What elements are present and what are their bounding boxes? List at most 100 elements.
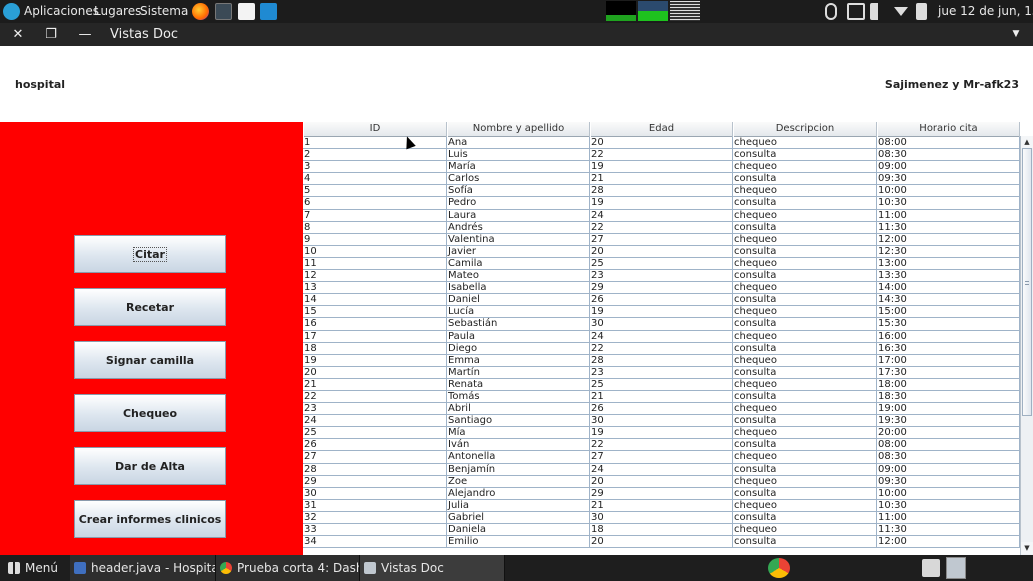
cell-time[interactable]: 08:00 bbox=[877, 137, 1020, 150]
cell-time[interactable]: 09:00 bbox=[877, 463, 1020, 476]
cell-name[interactable]: Carlos bbox=[447, 173, 590, 186]
citar-button[interactable]: Citar bbox=[74, 235, 226, 273]
table-row[interactable]: 14 Daniel 26 consulta 14:30 bbox=[303, 294, 1020, 307]
cell-description[interactable]: consulta bbox=[733, 463, 877, 476]
table-row[interactable]: 30 Alejandro 29 consulta 10:00 bbox=[303, 487, 1020, 500]
terminal-icon[interactable] bbox=[215, 3, 232, 20]
cell-age[interactable]: 27 bbox=[590, 451, 733, 464]
display-icon[interactable] bbox=[847, 3, 865, 20]
cell-id[interactable]: 6 bbox=[303, 197, 447, 210]
cell-name[interactable]: Laura bbox=[447, 209, 590, 222]
cell-description[interactable]: consulta bbox=[733, 245, 877, 258]
vscode-icon[interactable] bbox=[260, 3, 277, 20]
cell-id[interactable]: 10 bbox=[303, 245, 447, 258]
cell-time[interactable]: 14:30 bbox=[877, 294, 1020, 307]
cell-id[interactable]: 32 bbox=[303, 511, 447, 524]
cell-description[interactable]: chequeo bbox=[733, 209, 877, 222]
cell-time[interactable]: 08:00 bbox=[877, 439, 1020, 452]
table-row[interactable]: 27 Antonella 27 chequeo 08:30 bbox=[303, 451, 1020, 464]
table-row[interactable]: 34 Emilio 20 consulta 12:00 bbox=[303, 536, 1020, 549]
cell-age[interactable]: 24 bbox=[590, 209, 733, 222]
cell-description[interactable]: consulta bbox=[733, 294, 877, 307]
cell-age[interactable]: 27 bbox=[590, 233, 733, 246]
cell-time[interactable]: 10:00 bbox=[877, 185, 1020, 198]
table-row[interactable]: 16 Sebastián 30 consulta 15:30 bbox=[303, 318, 1020, 331]
cell-description[interactable]: consulta bbox=[733, 511, 877, 524]
table-row[interactable]: 20 Martín 23 consulta 17:30 bbox=[303, 366, 1020, 379]
cell-age[interactable]: 22 bbox=[590, 149, 733, 162]
cell-time[interactable]: 08:30 bbox=[877, 451, 1020, 464]
cell-age[interactable]: 20 bbox=[590, 137, 733, 150]
cell-name[interactable]: Daniel bbox=[447, 294, 590, 307]
cell-age[interactable]: 22 bbox=[590, 342, 733, 355]
volume-icon[interactable] bbox=[870, 3, 888, 20]
cell-age[interactable]: 20 bbox=[590, 475, 733, 488]
cell-name[interactable]: Daniela bbox=[447, 524, 590, 537]
table-row[interactable]: 18 Diego 22 consulta 16:30 bbox=[303, 342, 1020, 355]
table-row[interactable]: 28 Benjamín 24 consulta 09:00 bbox=[303, 463, 1020, 476]
cell-time[interactable]: 10:00 bbox=[877, 487, 1020, 500]
table-row[interactable]: 13 Isabella 29 chequeo 14:00 bbox=[303, 282, 1020, 295]
cell-time[interactable]: 11:00 bbox=[877, 209, 1020, 222]
cell-description[interactable]: chequeo bbox=[733, 451, 877, 464]
cell-id[interactable]: 12 bbox=[303, 270, 447, 283]
cell-description[interactable]: consulta bbox=[733, 439, 877, 452]
text-editor-icon[interactable] bbox=[238, 3, 255, 20]
cell-id[interactable]: 24 bbox=[303, 415, 447, 428]
cell-id[interactable]: 2 bbox=[303, 149, 447, 162]
cell-name[interactable]: Sofía bbox=[447, 185, 590, 198]
cell-time[interactable]: 19:00 bbox=[877, 403, 1020, 416]
scroll-up-icon[interactable]: ▲ bbox=[1021, 136, 1033, 148]
cell-age[interactable]: 28 bbox=[590, 354, 733, 367]
cell-time[interactable]: 09:00 bbox=[877, 161, 1020, 174]
table-row[interactable]: 17 Paula 24 chequeo 16:00 bbox=[303, 330, 1020, 343]
window-menu-chevron-icon[interactable]: ▼ bbox=[1007, 23, 1025, 46]
table-row[interactable]: 7 Laura 24 chequeo 11:00 bbox=[303, 209, 1020, 222]
cell-id[interactable]: 14 bbox=[303, 294, 447, 307]
cell-age[interactable]: 19 bbox=[590, 197, 733, 210]
cell-name[interactable]: Andrés bbox=[447, 221, 590, 234]
cell-age[interactable]: 23 bbox=[590, 270, 733, 283]
table-row[interactable]: 29 Zoe 20 chequeo 09:30 bbox=[303, 475, 1020, 488]
cell-name[interactable]: Benjamín bbox=[447, 463, 590, 476]
cell-name[interactable]: Diego bbox=[447, 342, 590, 355]
column-header-id[interactable]: ID bbox=[303, 122, 447, 137]
cell-description[interactable]: chequeo bbox=[733, 354, 877, 367]
cell-name[interactable]: Zoe bbox=[447, 475, 590, 488]
cell-name[interactable]: Emilio bbox=[447, 536, 590, 549]
cell-age[interactable]: 29 bbox=[590, 282, 733, 295]
cell-description[interactable]: consulta bbox=[733, 197, 877, 210]
cell-id[interactable]: 7 bbox=[303, 209, 447, 222]
close-icon[interactable]: ✕ bbox=[9, 23, 27, 46]
column-header-time[interactable]: Horario cita bbox=[877, 122, 1020, 137]
cell-time[interactable]: 20:00 bbox=[877, 427, 1020, 440]
cell-name[interactable]: Tomás bbox=[447, 390, 590, 404]
cell-name[interactable]: Javier bbox=[447, 245, 590, 258]
table-row[interactable]: 12 Mateo 23 consulta 13:30 bbox=[303, 270, 1020, 283]
cell-id[interactable]: 16 bbox=[303, 318, 447, 331]
table-row[interactable]: 24 Santiago 30 consulta 19:30 bbox=[303, 415, 1020, 428]
cell-description[interactable]: chequeo bbox=[733, 161, 877, 174]
cell-id[interactable]: 34 bbox=[303, 536, 447, 549]
cell-id[interactable]: 17 bbox=[303, 330, 447, 343]
taskbar-window-header-java[interactable]: header.java - Hospital... bbox=[70, 555, 216, 581]
menu-places[interactable]: Lugares bbox=[94, 0, 141, 23]
cell-id[interactable]: 4 bbox=[303, 173, 447, 186]
cell-time[interactable]: 09:30 bbox=[877, 475, 1020, 488]
cell-id[interactable]: 8 bbox=[303, 221, 447, 234]
cell-age[interactable]: 26 bbox=[590, 294, 733, 307]
cell-description[interactable]: chequeo bbox=[733, 137, 877, 150]
taskbar-window-browser[interactable]: Prueba corta 4: Dashb... bbox=[216, 555, 360, 581]
cell-description[interactable]: consulta bbox=[733, 149, 877, 162]
cell-time[interactable]: 12:30 bbox=[877, 245, 1020, 258]
cell-age[interactable]: 19 bbox=[590, 306, 733, 319]
cell-age[interactable]: 23 bbox=[590, 366, 733, 379]
cell-description[interactable]: chequeo bbox=[733, 306, 877, 319]
cell-name[interactable]: Lucía bbox=[447, 306, 590, 319]
cell-name[interactable]: Renata bbox=[447, 378, 590, 391]
cell-name[interactable]: Paula bbox=[447, 330, 590, 343]
cell-time[interactable]: 17:00 bbox=[877, 354, 1020, 367]
cell-time[interactable]: 12:00 bbox=[877, 536, 1020, 549]
table-row[interactable]: 10 Javier 20 consulta 12:30 bbox=[303, 245, 1020, 258]
cell-age[interactable]: 25 bbox=[590, 257, 733, 271]
